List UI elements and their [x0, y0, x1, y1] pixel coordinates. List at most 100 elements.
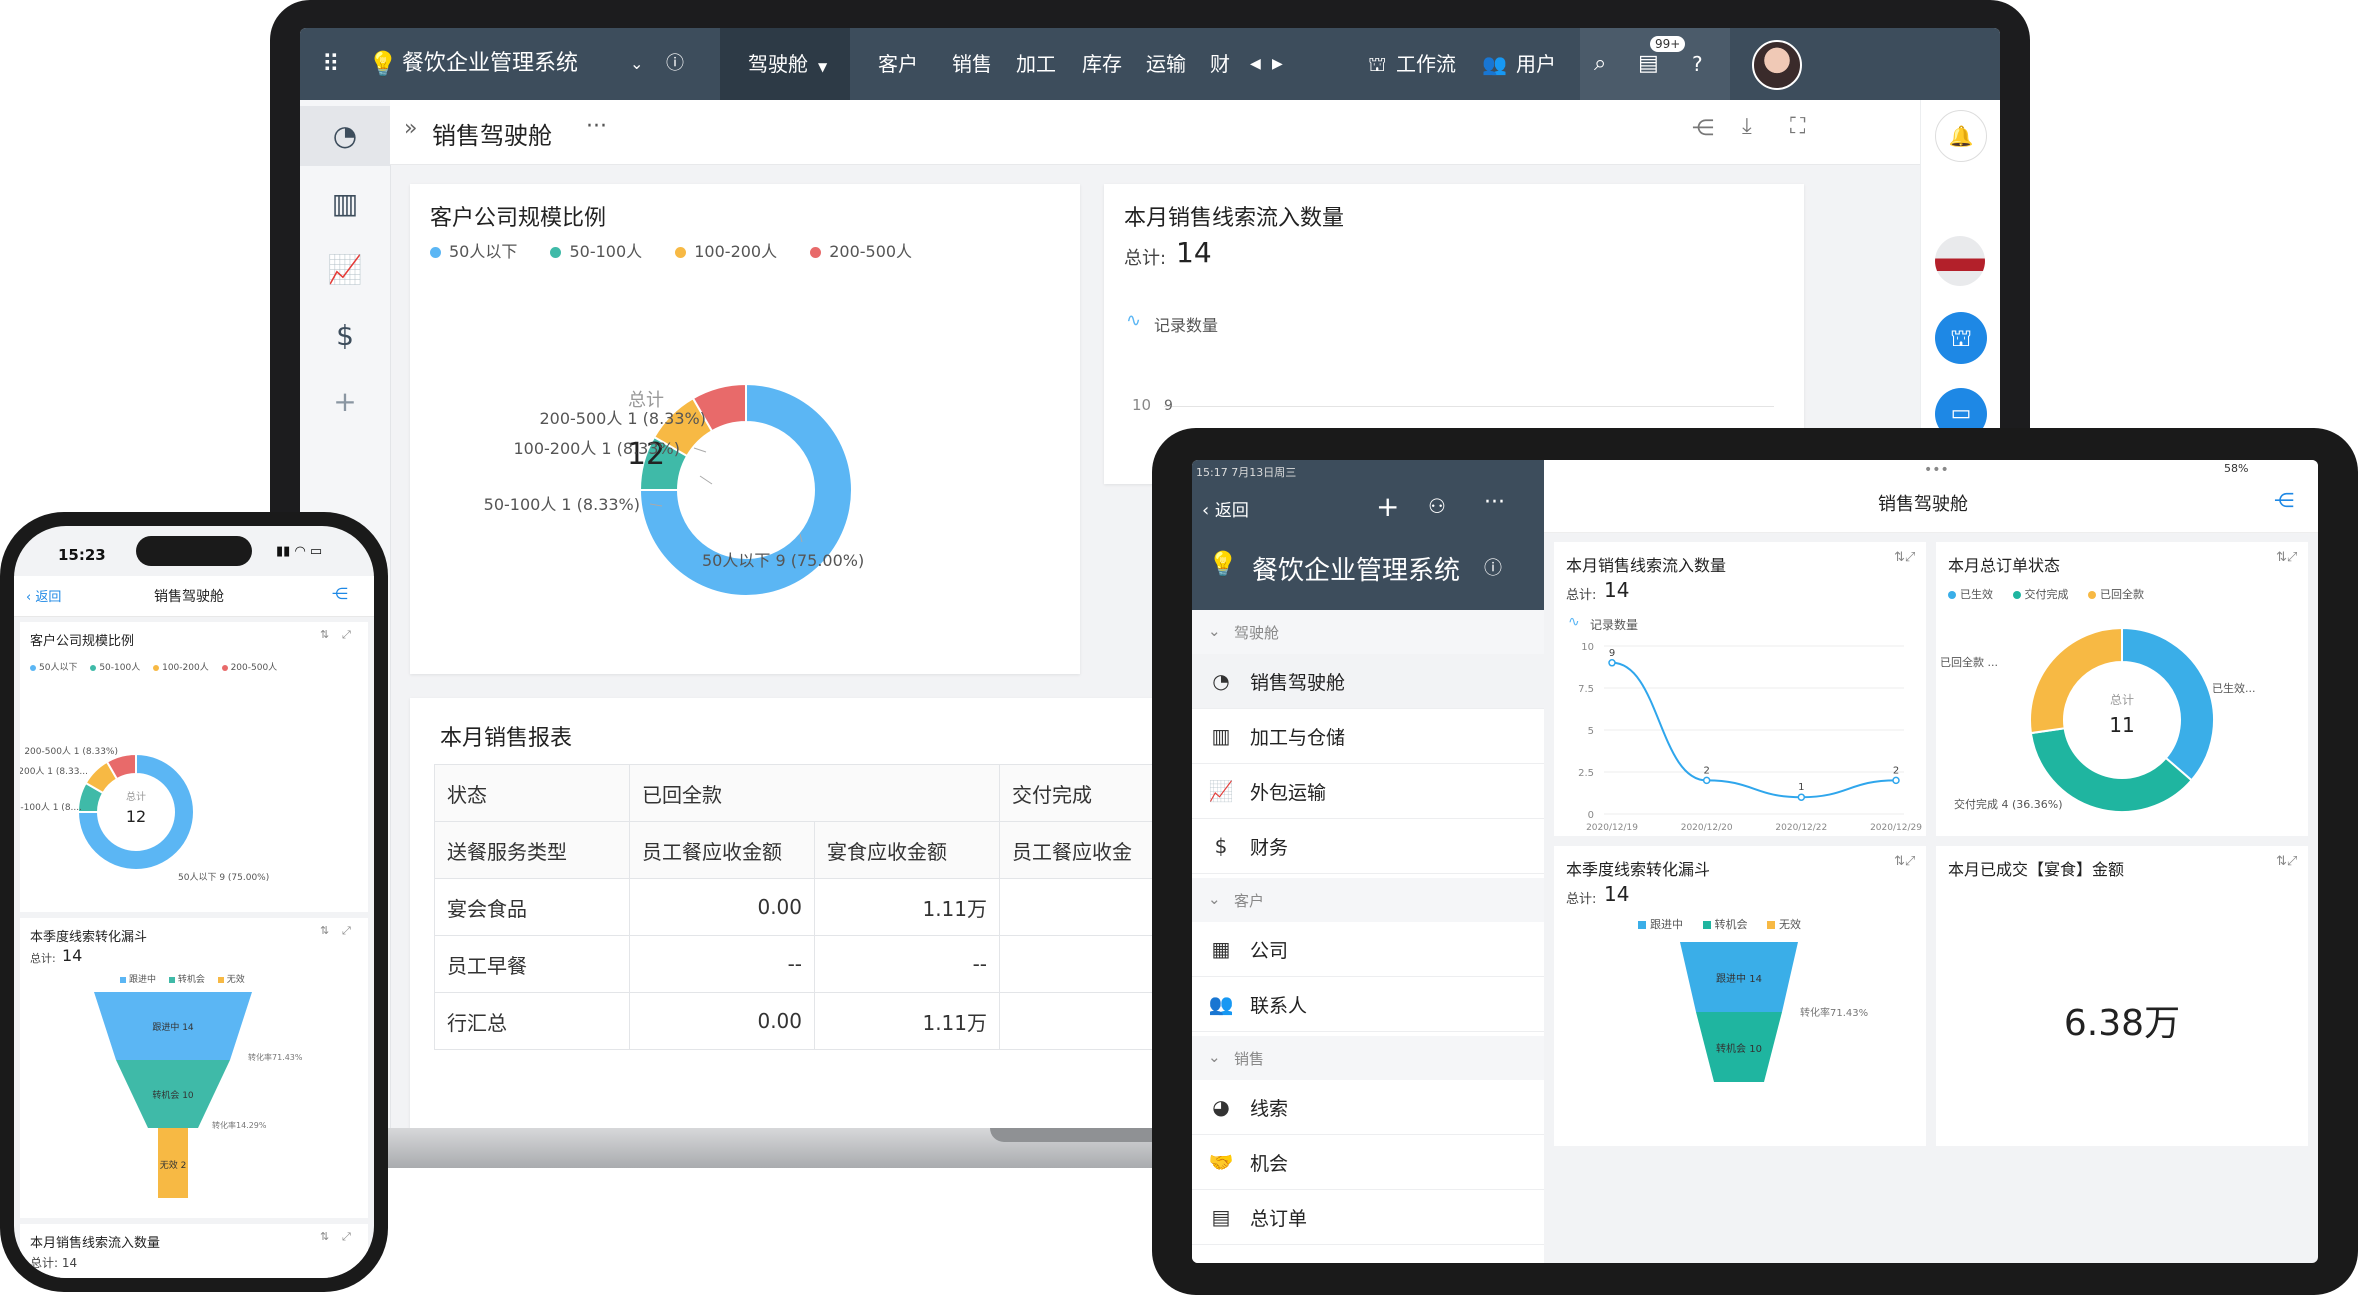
tab-sales[interactable]: 销售 — [952, 28, 992, 100]
download-icon[interactable]: ⤓ — [1742, 114, 1752, 139]
data-label: 2 — [1893, 765, 1899, 776]
search-icon[interactable]: ⌕ — [1594, 28, 1606, 100]
header-cell: 已回全款 — [629, 764, 1000, 822]
add-icon[interactable]: + — [1376, 490, 1399, 523]
add-icon[interactable]: + — [300, 372, 390, 432]
menu-item[interactable]: $ 财务 — [1192, 819, 1544, 874]
users-link[interactable]: 用户 — [1516, 28, 1556, 100]
header-cell: 宴食应收金额 — [814, 821, 1000, 879]
app-title[interactable]: 餐饮企业管理系统 — [402, 28, 578, 100]
page-title: 销售驾驶舱 — [432, 122, 552, 150]
share-icon[interactable]: ⋲ — [1692, 116, 1714, 141]
sort-expand-icon[interactable]: ⇅⤢ — [2276, 854, 2297, 869]
table-cell: -- — [814, 935, 1000, 993]
more-icon[interactable]: ··· — [1484, 490, 1505, 515]
menu-item-label: 加工与仓储 — [1250, 727, 1346, 749]
pie-chart-icon[interactable]: ◔ — [300, 106, 390, 166]
status-time: 15:23 — [58, 546, 106, 564]
team-photo-avatar[interactable] — [1935, 236, 1985, 286]
menu-item-label: 外包运输 — [1250, 782, 1327, 804]
data-point[interactable] — [1797, 793, 1806, 801]
phone-pie-card: 客户公司规模比例 ⇅ ⤢ 50人以下 50-100人 100-200人 200-… — [20, 622, 368, 912]
section-label: 驾驶舱 — [1234, 624, 1280, 642]
order-icon: ▤ — [1211, 1205, 1231, 1229]
line-chart-icon[interactable]: 📈 — [300, 240, 390, 300]
phone-device: 15:23 ▮▮ ◠ ▭ ‹ 返回 销售驾驶舱 ⋲ 客户公司规模比例 ⇅ ⤢ 5… — [0, 512, 388, 1292]
menu-item[interactable]: ▥ 加工与仓储 — [1192, 709, 1544, 764]
menu-section[interactable]: ⌄ 驾驶舱 — [1192, 610, 1544, 654]
tab-cockpit[interactable]: 驾驶舱 ▼ — [720, 28, 850, 100]
slice-label: 200-500人 1 (8.33%) — [539, 409, 706, 428]
info-icon[interactable]: ⓘ — [666, 28, 684, 100]
coin-icon[interactable]: $ — [300, 306, 390, 366]
bar-chart-icon: ▥ — [1211, 724, 1231, 748]
back-button[interactable]: ‹ 返回 — [26, 586, 61, 605]
back-button[interactable]: ‹ 返回 — [1202, 496, 1249, 521]
funnel-stage-label: 转机会 10 — [152, 1089, 194, 1101]
scroll-left-icon[interactable]: ◀ — [1250, 28, 1261, 100]
slice-label: 已生效... — [2212, 681, 2256, 695]
tablet-orders-card: 本月总订单状态 ⇅⤢ 已生效 交付完成 已回全款 总计 11 已回全款 ... … — [1936, 542, 2308, 836]
gridline — [1164, 406, 1774, 407]
tab-transport[interactable]: 运输 — [1146, 28, 1186, 100]
avatar[interactable] — [1752, 40, 1802, 90]
expand-icon[interactable]: ⤢ — [342, 1230, 351, 1244]
leads-total: 总计: 14 — [30, 1256, 78, 1270]
sort-icon[interactable]: ⇅ — [320, 1230, 329, 1243]
funnel-chart: 跟进中 14 转机会 10 无效 2 转化率71.43% 转化率14.29% — [94, 992, 303, 1198]
bell-icon[interactable]: 🔔 — [1935, 110, 1987, 162]
donut-center-label: 总计 — [2110, 693, 2134, 707]
tab-finance[interactable]: 财务 — [1210, 28, 1244, 100]
fullscreen-icon[interactable]: ⛶ — [1790, 114, 1805, 139]
workflow-link[interactable]: 工作流 — [1396, 28, 1456, 100]
org-chart-icon[interactable]: ⛫ — [1935, 312, 1987, 364]
tablet-content-header: ••• 58% 销售驾驶舱 ⋲ — [1544, 460, 2318, 533]
notification-badge: 99+ — [1650, 36, 1686, 52]
tab-inventory[interactable]: 库存 — [1082, 28, 1122, 100]
share-icon[interactable]: ⋲ — [332, 584, 348, 603]
more-options-icon[interactable]: ··· — [586, 114, 607, 139]
donut-slice[interactable] — [2121, 626, 2215, 782]
info-icon[interactable]: ⓘ — [1484, 554, 1502, 580]
chevron-down-icon: ⌄ — [1208, 622, 1221, 640]
menu-section[interactable]: ⌄ 销售 — [1192, 1036, 1544, 1080]
header-cell: 员工餐应收金额 — [629, 821, 815, 879]
menu-item[interactable]: ▤ 总订单 — [1192, 1190, 1544, 1245]
menu-item[interactable]: ◕ 线索 — [1192, 1080, 1544, 1135]
tab-processing[interactable]: 加工 — [1016, 28, 1056, 100]
table-cell: -- — [629, 935, 815, 993]
share-icon[interactable]: ⋲ — [2274, 488, 2294, 512]
apps-grid-icon[interactable]: ⠿ — [322, 28, 340, 100]
series-legend[interactable]: 记录数量 — [1154, 312, 1218, 336]
slice-label: 已回全款 ... — [1940, 655, 1998, 669]
people-icon[interactable]: ⚇ — [1428, 494, 1446, 518]
scroll-right-icon[interactable]: ▶ — [1272, 28, 1283, 100]
workflow-icon: ⛫ — [1368, 52, 1387, 76]
menu-item-label: 联系人 — [1250, 995, 1308, 1017]
donut-center-value: 12 — [126, 807, 146, 826]
building-icon: ▦ — [1211, 937, 1231, 961]
menu-item-label: 销售驾驶舱 — [1250, 672, 1346, 694]
bar-chart-icon[interactable]: ▥ — [300, 174, 390, 234]
table-cell: 员工早餐 — [434, 935, 630, 993]
donut-chart: 总计 12 200-500人 1 (8.33%) 100-200人 1 (8.3… — [20, 746, 269, 883]
menu-item[interactable]: 🤝 机会 — [1192, 1135, 1544, 1190]
tab-customers[interactable]: 客户 — [878, 28, 918, 100]
phone-screen: 15:23 ▮▮ ◠ ▭ ‹ 返回 销售驾驶舱 ⋲ 客户公司规模比例 ⇅ ⤢ 5… — [14, 526, 374, 1278]
chevron-down-icon[interactable]: ⌄ — [630, 28, 643, 100]
help-icon[interactable]: ? — [1692, 28, 1703, 100]
donut-slice[interactable] — [2029, 626, 2123, 735]
data-point[interactable] — [1892, 776, 1900, 785]
chevrons-right-icon[interactable]: » — [404, 116, 417, 141]
donut-chart: 总计 12 50人以下 9 (75.00%) 50-100人 1 (8.33%)… — [484, 382, 864, 597]
data-point[interactable] — [1608, 659, 1616, 667]
menu-item-label: 机会 — [1250, 1153, 1289, 1175]
menu-item[interactable]: ▦ 公司 — [1192, 922, 1544, 977]
menu-item[interactable]: 👥 联系人 — [1192, 977, 1544, 1032]
multitask-dots[interactable]: ••• — [1924, 462, 1949, 478]
table-cell: 0.00 — [629, 992, 815, 1050]
data-point[interactable] — [1702, 776, 1711, 785]
menu-item[interactable]: ◔ 销售驾驶舱 — [1192, 654, 1544, 709]
menu-item[interactable]: 📈 外包运输 — [1192, 764, 1544, 819]
menu-section[interactable]: ⌄ 客户 — [1192, 878, 1544, 922]
